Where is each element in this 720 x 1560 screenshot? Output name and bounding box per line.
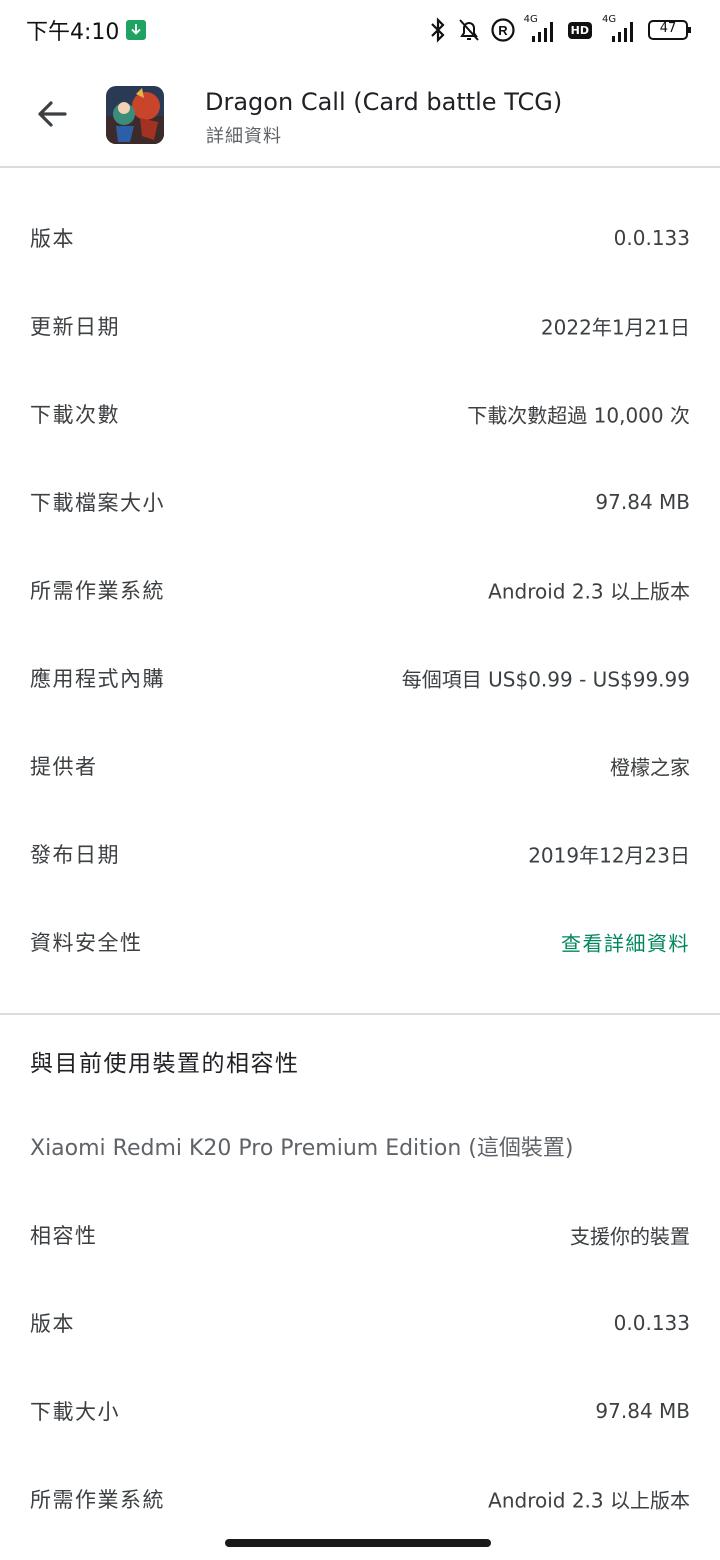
compat-label: 所需作業系統 <box>30 1488 165 1512</box>
detail-value: 2022年1月21日 <box>540 315 690 340</box>
detail-row-released: 發布日期 2019年12月23日 <box>0 810 720 898</box>
compat-row-download-size: 下載大小 97.84 MB <box>0 1367 720 1455</box>
detail-row-required-os: 所需作業系統 Android 2.3 以上版本 <box>0 546 720 634</box>
detail-row-download-size: 下載檔案大小 97.84 MB <box>0 458 720 546</box>
detail-label: 更新日期 <box>30 315 120 339</box>
compat-label: 相容性 <box>30 1224 98 1248</box>
compat-row-version: 版本 0.0.133 <box>0 1279 720 1367</box>
compat-value: 支援你的裝置 <box>570 1224 690 1249</box>
signal-icon-2: 4G <box>600 14 640 44</box>
page-subtitle: 詳細資料 <box>206 126 282 147</box>
detail-value: 97.84 MB <box>595 490 690 514</box>
download-notification-icon <box>126 20 146 40</box>
section-divider <box>0 1013 720 1015</box>
compatibility-heading: 與目前使用裝置的相容性 <box>30 1051 300 1077</box>
detail-row-offered-by: 提供者 橙檬之家 <box>0 722 720 810</box>
detail-label: 應用程式內購 <box>30 667 165 691</box>
detail-value: 橙檬之家 <box>610 755 690 780</box>
bluetooth-icon <box>428 16 448 44</box>
compatibility-section: 相容性 支援你的裝置 版本 0.0.133 下載大小 97.84 MB 所需作業… <box>0 1191 720 1543</box>
hd-badge: HD <box>567 21 592 39</box>
compat-label: 下載大小 <box>30 1400 120 1424</box>
status-icons: R 4G HD 4G 47 <box>428 14 692 46</box>
svg-text:R: R <box>498 23 508 38</box>
battery-level: 47 <box>659 21 677 36</box>
arrow-back-icon <box>38 101 67 127</box>
bell-muted-icon <box>456 16 482 44</box>
status-time: 下午4:10 <box>26 20 120 45</box>
details-section: 版本 0.0.133 更新日期 2022年1月21日 下載次數 下載次數超過 1… <box>0 194 720 986</box>
detail-value: 2019年12月23日 <box>528 843 690 868</box>
detail-row-updated: 更新日期 2022年1月21日 <box>0 282 720 370</box>
detail-value: Android 2.3 以上版本 <box>488 579 690 604</box>
device-name: Xiaomi Redmi K20 Pro Premium Edition (這個… <box>30 1136 574 1161</box>
compat-value: Android 2.3 以上版本 <box>488 1488 690 1513</box>
detail-value: 每個項目 US$0.99 - US$99.99 <box>401 667 690 692</box>
signal-icon-1: 4G <box>524 14 560 44</box>
detail-label: 發布日期 <box>30 843 120 867</box>
detail-row-downloads: 下載次數 下載次數超過 10,000 次 <box>0 370 720 458</box>
app-title: Dragon Call (Card battle TCG) <box>205 88 563 116</box>
detail-row-version: 版本 0.0.133 <box>0 194 720 282</box>
detail-label: 提供者 <box>30 755 98 779</box>
detail-value: 下載次數超過 10,000 次 <box>467 403 690 428</box>
battery-icon: 47 <box>648 19 692 41</box>
detail-value: 0.0.133 <box>613 226 690 250</box>
app-bar: Dragon Call (Card battle TCG) 詳細資料 <box>0 62 720 168</box>
detail-label: 下載檔案大小 <box>30 491 165 515</box>
detail-label: 下載次數 <box>30 403 120 427</box>
screen: 下午4:10 R 4G HD 4G 47 Dragon Call (Card b… <box>0 0 720 1560</box>
view-details-link[interactable]: 查看詳細資料 <box>561 928 690 957</box>
detail-row-data-safety: 資料安全性 查看詳細資料 <box>0 898 720 986</box>
detail-label: 資料安全性 <box>30 931 143 955</box>
compat-row-compatibility: 相容性 支援你的裝置 <box>0 1191 720 1279</box>
compat-value: 97.84 MB <box>595 1399 690 1423</box>
app-icon <box>106 86 164 144</box>
compat-row-required-os: 所需作業系統 Android 2.3 以上版本 <box>0 1455 720 1543</box>
compat-label: 版本 <box>30 1312 75 1336</box>
registered-icon: R <box>490 17 516 43</box>
detail-row-in-app-purchases: 應用程式內購 每個項目 US$0.99 - US$99.99 <box>0 634 720 722</box>
back-button[interactable] <box>26 88 78 140</box>
detail-label: 所需作業系統 <box>30 579 165 603</box>
home-indicator[interactable] <box>225 1539 491 1547</box>
compat-value: 0.0.133 <box>613 1311 690 1335</box>
detail-label: 版本 <box>30 227 75 251</box>
status-bar: 下午4:10 R 4G HD 4G 47 <box>0 0 720 60</box>
